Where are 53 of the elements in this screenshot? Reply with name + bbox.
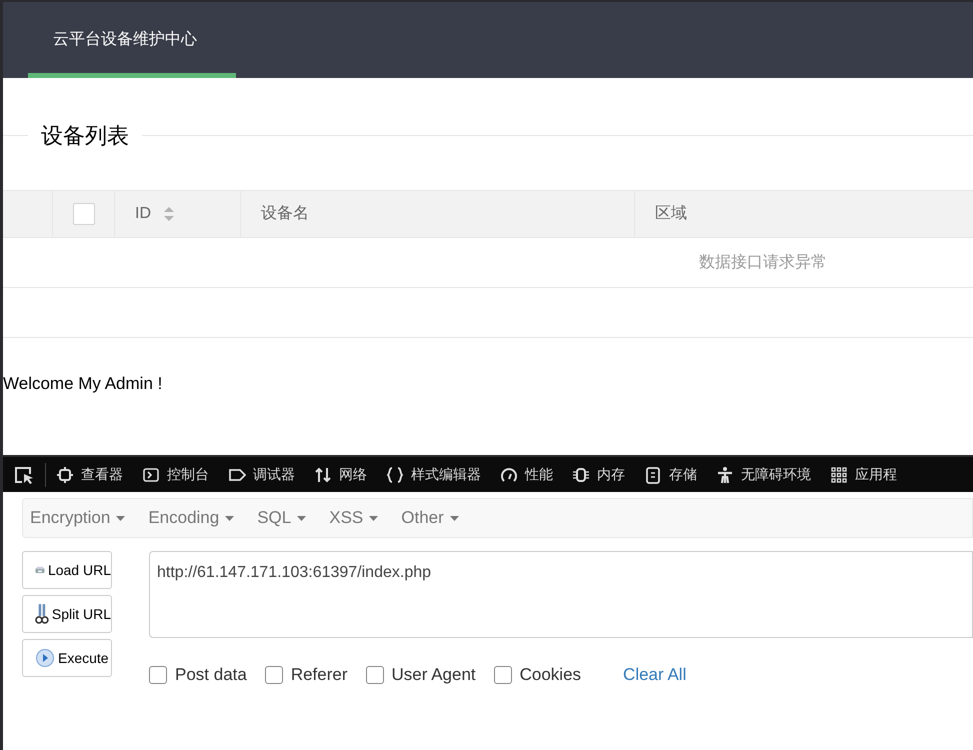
hackbar-button[interactable]: Load URL xyxy=(22,551,112,589)
document-icon xyxy=(644,466,662,484)
devtools-tab[interactable]: 应用程 xyxy=(830,464,897,485)
caret-icon xyxy=(297,516,306,520)
welcome-text: Welcome My Admin ! xyxy=(3,374,162,393)
column-header: 设备名 xyxy=(261,204,309,224)
devtools-tab[interactable]: 控制台 xyxy=(142,464,209,485)
menu-dropdown[interactable]: Encoding xyxy=(148,505,234,531)
gauge-icon xyxy=(500,466,518,484)
devtools-tab[interactable]: 内存 xyxy=(572,464,625,485)
nav-tab[interactable]: 云平台设备维护中心 xyxy=(28,2,236,78)
caret-icon xyxy=(450,516,459,520)
scissors-icon xyxy=(35,603,49,625)
hackbar-button[interactable]: Split URL xyxy=(22,595,112,633)
grid-icon xyxy=(830,466,848,484)
sort-icon[interactable] xyxy=(163,206,175,222)
console-icon xyxy=(142,466,160,484)
devtools-tab[interactable]: 存储 xyxy=(644,464,697,485)
url-field[interactable]: http://61.147.171.103:61397/index.php xyxy=(149,551,973,638)
braces-icon xyxy=(386,466,404,484)
person-icon xyxy=(716,466,734,484)
arrows-icon xyxy=(314,466,332,484)
menu-dropdown[interactable]: Encryption xyxy=(30,505,126,531)
column-header: ID xyxy=(135,204,151,224)
menu-dropdown[interactable]: XSS xyxy=(329,505,378,531)
devtools-tab[interactable]: 网络 xyxy=(314,464,367,485)
element-picker-icon[interactable] xyxy=(13,462,46,486)
menu-dropdown[interactable]: SQL xyxy=(257,505,306,531)
checkbox-label: User Agent xyxy=(392,664,476,686)
devtools-tab[interactable]: 无障碍环境 xyxy=(716,464,811,485)
caret-icon xyxy=(225,516,234,520)
checkbox[interactable] xyxy=(264,666,283,684)
column-header: 区域 xyxy=(655,204,687,224)
devtools-tab[interactable]: 查看器 xyxy=(56,464,123,485)
caret-icon xyxy=(369,516,378,520)
checkbox-label: Cookies xyxy=(520,664,582,686)
crosshair-icon xyxy=(56,466,74,484)
hackbar-button[interactable]: Execute xyxy=(22,639,112,677)
devtools-tab[interactable]: 性能 xyxy=(500,464,553,485)
checkbox-label: Post data xyxy=(175,664,247,686)
play-icon xyxy=(35,648,55,668)
checkbox-label: Referer xyxy=(290,664,348,686)
caret-icon xyxy=(116,516,126,520)
menu-dropdown[interactable]: Other xyxy=(401,505,459,531)
devtools-tab[interactable]: 样式编辑器 xyxy=(386,464,481,485)
checkbox[interactable] xyxy=(366,666,384,684)
checkbox[interactable] xyxy=(149,666,167,684)
devtools-tab[interactable]: 调试器 xyxy=(228,464,295,485)
checkbox[interactable] xyxy=(494,666,512,684)
chip-icon xyxy=(572,466,590,484)
empty-message: 数据接口请求异常 xyxy=(699,252,827,272)
section-title: 设备列表 xyxy=(40,122,130,150)
clear-all-link[interactable]: Clear All xyxy=(623,662,686,688)
